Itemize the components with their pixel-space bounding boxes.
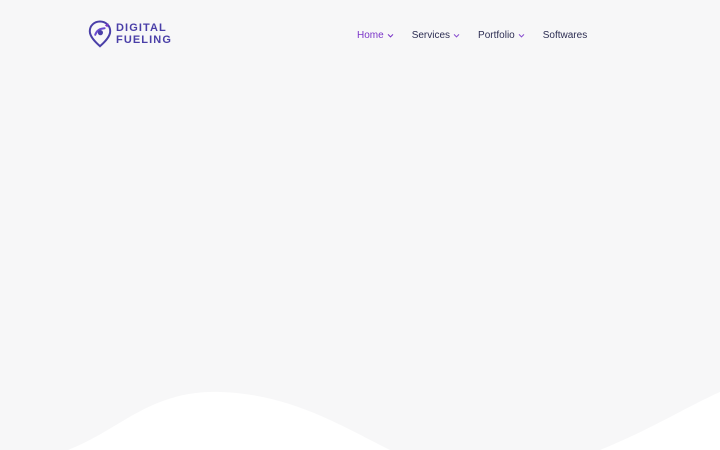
- nav-item-label: Services: [411, 29, 451, 41]
- chevron-down-icon: [387, 32, 394, 39]
- logo-wordmark: DIGITAL FUELING: [116, 22, 172, 46]
- nav-item-home[interactable]: Home: [357, 30, 394, 41]
- site-header: DIGITAL FUELING Home Services Portfolio: [0, 0, 720, 70]
- nav-item-label: Home: [357, 29, 384, 41]
- logo-text-line2: FUELING: [116, 34, 172, 46]
- nav-item-label: Softwares: [542, 29, 588, 41]
- chevron-down-icon: [453, 32, 460, 39]
- nav-item-softwares[interactable]: Softwares: [543, 30, 587, 41]
- main-nav: Home Services Portfolio Softwares: [357, 27, 587, 43]
- logo-text-line1: DIGITAL: [116, 22, 167, 34]
- nav-item-label: Portfolio: [478, 29, 515, 41]
- nav-item-portfolio[interactable]: Portfolio: [478, 30, 525, 41]
- logo-link[interactable]: DIGITAL FUELING: [88, 20, 172, 48]
- nav-item-services[interactable]: Services: [412, 30, 460, 41]
- chevron-down-icon: [518, 32, 525, 39]
- decorative-wave: [0, 391, 720, 450]
- logo-pin-icon: [88, 20, 112, 48]
- page: DIGITAL FUELING Home Services Portfolio: [0, 0, 720, 450]
